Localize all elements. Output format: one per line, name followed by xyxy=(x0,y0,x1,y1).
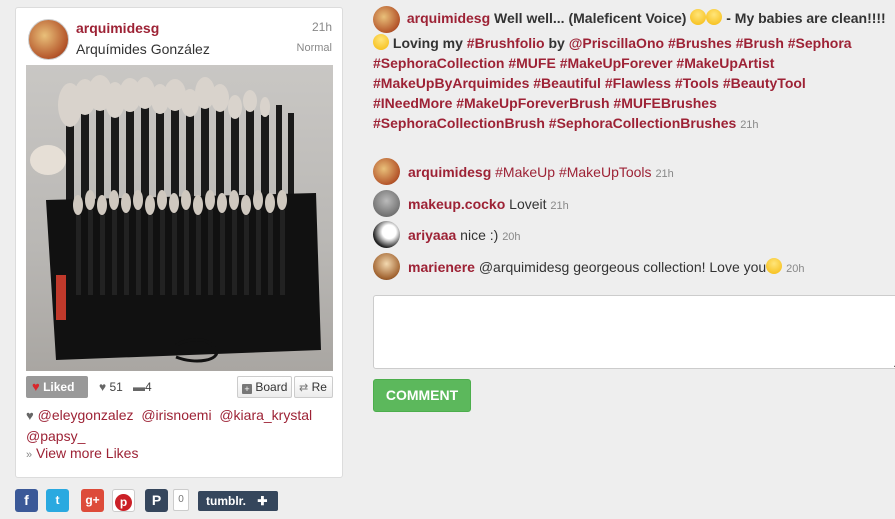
comment-text: @arquimidesg georgeous collection! Love … xyxy=(478,259,767,275)
comments-count: ▬4 xyxy=(133,380,152,394)
heart-outline-icon: ♥ xyxy=(99,380,107,394)
comment-time: 20h xyxy=(786,263,805,275)
comment-username[interactable]: ariyaaa xyxy=(408,227,456,243)
caption-username[interactable]: arquimidesg xyxy=(407,10,490,26)
avatar[interactable] xyxy=(373,221,400,248)
avatar[interactable] xyxy=(28,19,69,60)
google-plus-icon[interactable]: g+ xyxy=(81,489,104,512)
heart-icon: ♥ xyxy=(32,379,40,394)
liker-link[interactable]: @papsy_ xyxy=(26,428,85,444)
tumblr-button[interactable]: tumblr. ✚ xyxy=(198,491,278,511)
comment-username[interactable]: marienere xyxy=(408,259,475,275)
heart-eyes-emoji-icon xyxy=(373,34,389,50)
comment-text: nice :) xyxy=(460,227,499,243)
comment-username[interactable]: arquimidesg xyxy=(408,164,491,180)
comment-item: makeup.cocko Loveit 21h xyxy=(373,190,888,218)
plus-box-icon: + xyxy=(242,384,252,394)
likes-count-value: 51 xyxy=(109,380,123,394)
plus-icon: ✚ xyxy=(257,494,268,508)
comment-username[interactable]: makeup.cocko xyxy=(408,196,505,212)
caption-text: by xyxy=(548,35,565,51)
share-count: 0 xyxy=(173,489,189,511)
mention-link[interactable]: @PriscillaOno xyxy=(569,35,664,51)
comment-time: 20h xyxy=(502,231,521,243)
avatar[interactable] xyxy=(373,158,400,185)
liked-button[interactable]: ♥ Liked xyxy=(26,376,88,398)
repost-button[interactable]: ⇄ Re xyxy=(294,376,333,398)
comments-count-value: 4 xyxy=(145,380,152,394)
facebook-icon[interactable]: f xyxy=(15,489,38,512)
post-caption: arquimidesg Well well... (Maleficent Voi… xyxy=(373,6,888,135)
comment-bubble-icon: ▬ xyxy=(133,380,145,394)
grinning-emoji-icon xyxy=(690,9,707,26)
liker-link[interactable]: @irisnoemi xyxy=(141,407,211,423)
double-chevron-icon: » xyxy=(26,449,33,461)
comment-text[interactable]: #MakeUp #MakeUpTools xyxy=(495,164,651,180)
twitter-icon[interactable]: t xyxy=(46,489,69,512)
post-username[interactable]: arquimidesg xyxy=(76,20,159,36)
kiss-emoji-icon xyxy=(766,258,783,274)
repost-icon: ⇄ xyxy=(299,382,309,394)
post-time: 21h xyxy=(311,20,332,34)
comment-time: 21h xyxy=(550,200,569,212)
comment-time: 21h xyxy=(655,168,674,180)
view-more-label: View more Likes xyxy=(36,445,139,461)
tumblr-label: tumblr. xyxy=(206,494,247,508)
comment-item: ariyaaa nice :) 20h xyxy=(373,221,888,249)
avatar[interactable] xyxy=(373,253,400,280)
comment-button[interactable]: COMMENT xyxy=(373,379,471,412)
caption-time: 21h xyxy=(740,119,759,131)
board-label: Board xyxy=(255,380,288,394)
repost-label: Re xyxy=(311,380,327,394)
post-fullname: Arquímides González xyxy=(76,41,210,57)
caption-text: Well well... (Maleficent Voice) xyxy=(494,10,687,27)
view-more-likes-link[interactable]: » View more Likes xyxy=(26,445,138,461)
comment-input[interactable] xyxy=(373,295,895,369)
grinning-emoji-icon xyxy=(706,9,723,26)
liked-label: Liked xyxy=(43,380,75,394)
comment-text: Loveit xyxy=(509,196,547,212)
likers-list: ♥ @eleygonzalez @irisnoemi @kiara_krysta… xyxy=(26,405,336,446)
heart-icon: ♥ xyxy=(26,408,34,423)
board-button[interactable]: + Board xyxy=(237,376,293,398)
avatar[interactable] xyxy=(373,190,400,217)
avatar[interactable] xyxy=(373,6,400,33)
post-photo[interactable] xyxy=(26,65,333,371)
post-filter: Normal xyxy=(296,42,332,54)
pinterest-p-icon[interactable]: P xyxy=(145,489,168,512)
likes-count: ♥ 51 xyxy=(99,380,123,394)
comment-item: arquimidesg #MakeUp #MakeUpTools 21h xyxy=(373,158,888,186)
pinterest-icon[interactable]: p xyxy=(112,489,135,512)
post-card: arquimidesg Arquímides González 21h Norm… xyxy=(15,7,343,478)
caption-text: - My babies are clean!!!! xyxy=(726,10,886,27)
caption-text: Loving my xyxy=(392,35,463,51)
comment-item: marienere @arquimidesg georgeous collect… xyxy=(373,253,888,281)
brush-collection-image xyxy=(30,75,321,363)
liker-link[interactable]: @kiara_krystal xyxy=(219,407,312,423)
post-actions: ♥ Liked ♥ 51 ▬4 + Board ⇄ Re xyxy=(26,376,333,398)
liker-link[interactable]: @eleygonzalez xyxy=(38,407,134,423)
hashtag-link[interactable]: #Brushfolio xyxy=(467,35,545,51)
